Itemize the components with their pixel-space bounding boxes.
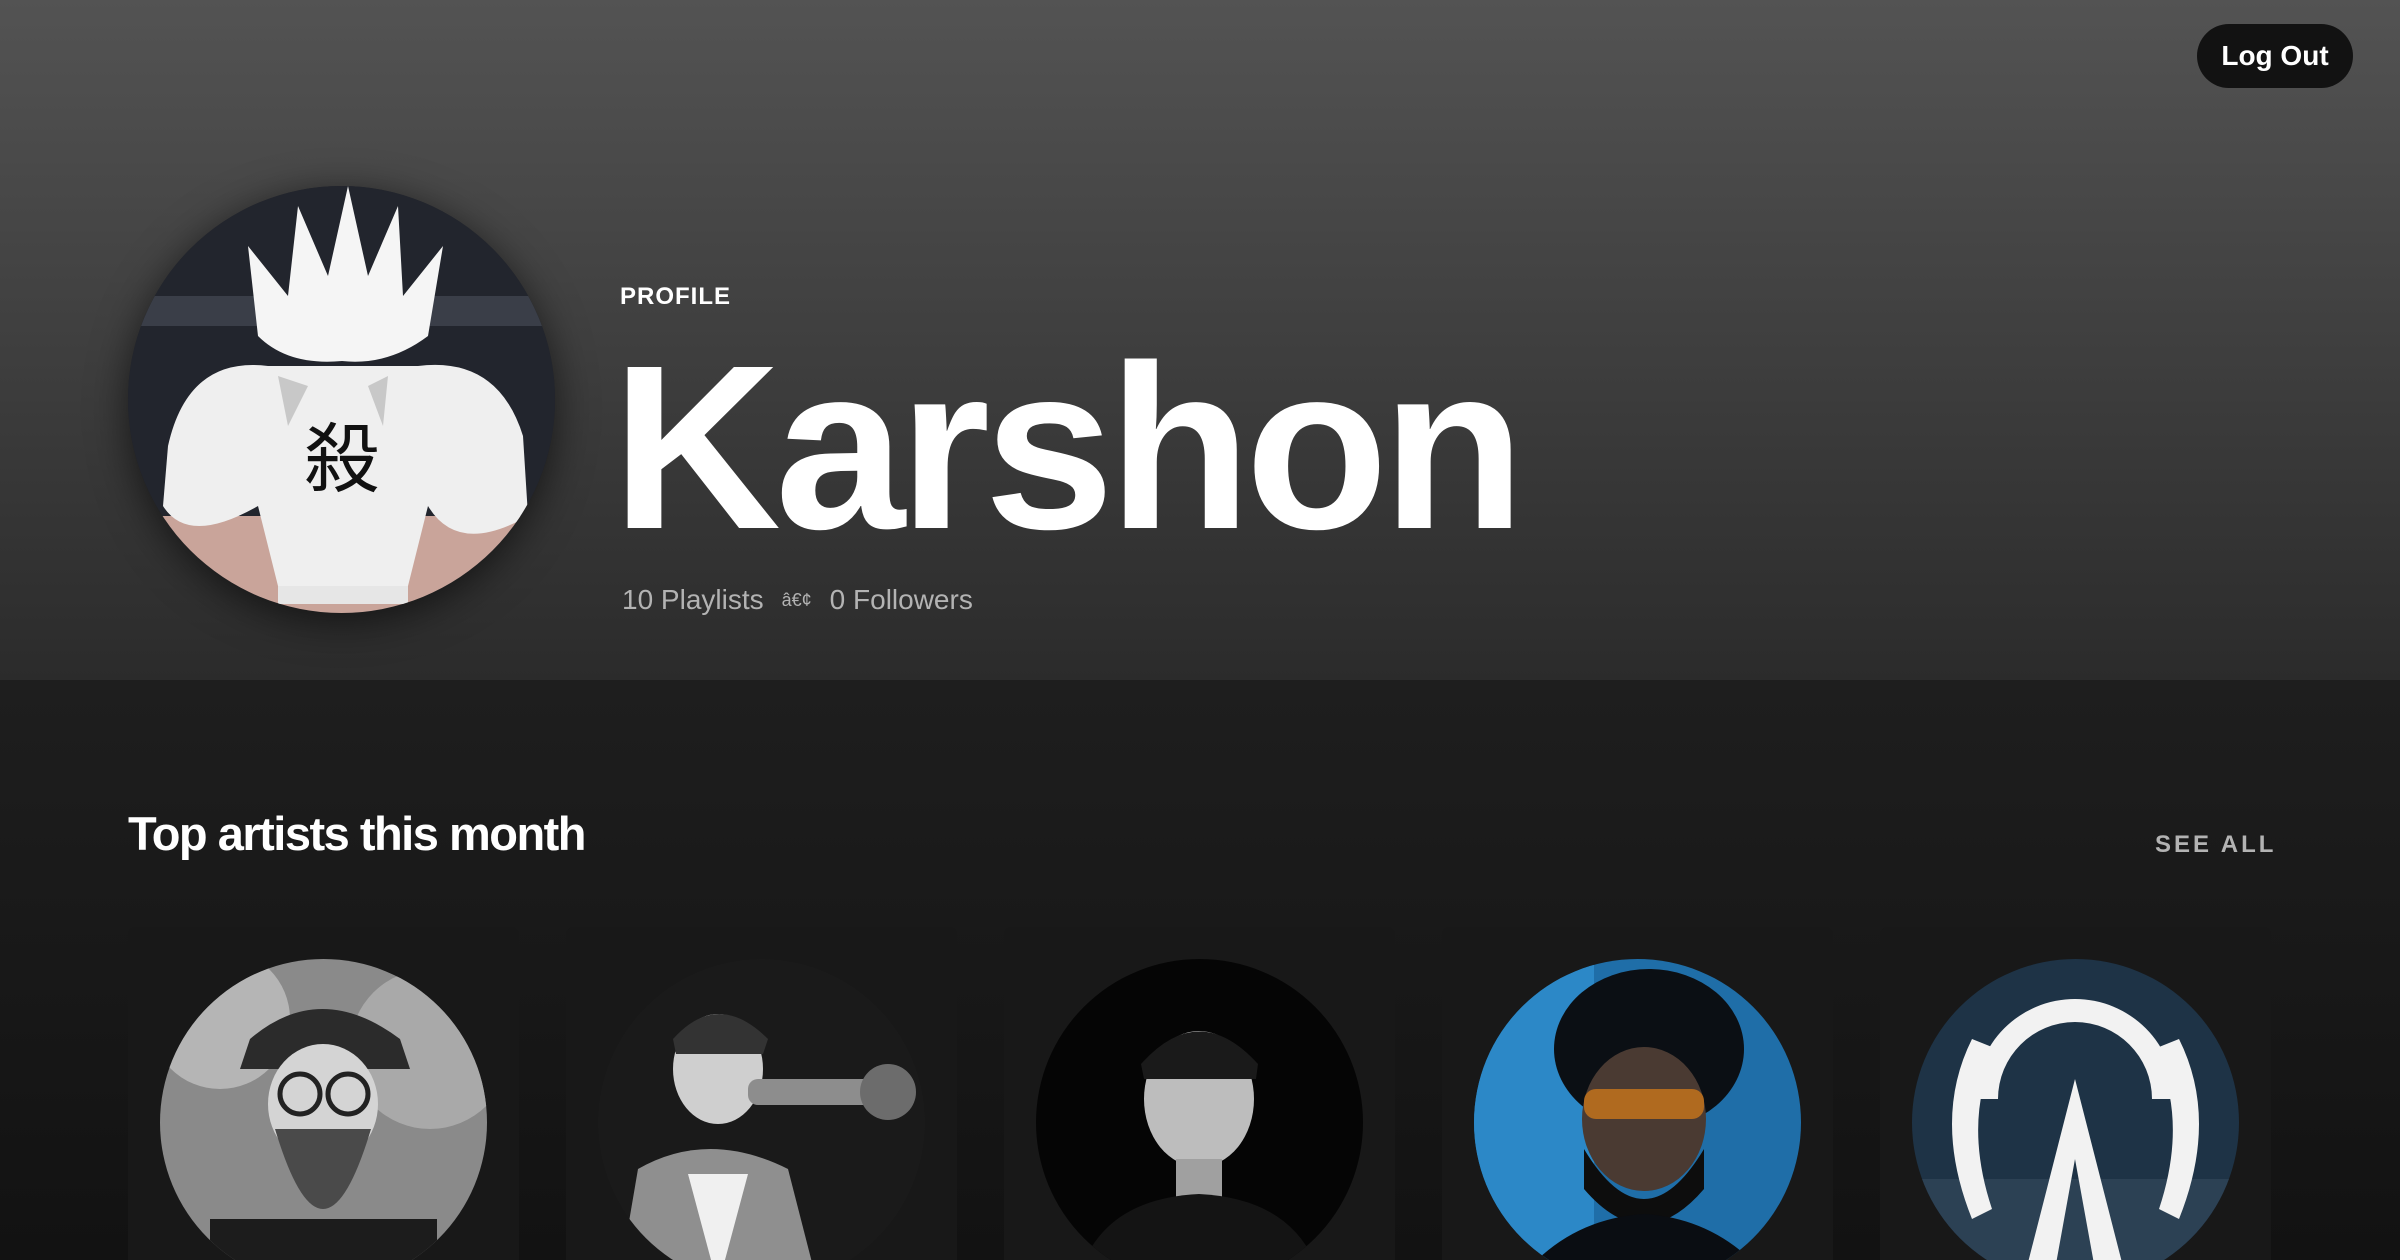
stats-separator: â€¢ xyxy=(781,589,812,610)
artist-portrait-icon xyxy=(598,959,925,1260)
artist-image xyxy=(1036,959,1363,1260)
artist-portrait-icon xyxy=(1036,959,1363,1260)
avatar-image: 殺 xyxy=(128,186,555,613)
artist-card[interactable] xyxy=(1880,927,2271,1260)
artist-card[interactable] xyxy=(1442,927,1833,1260)
svg-text:殺: 殺 xyxy=(304,415,380,504)
artist-image xyxy=(1912,959,2239,1260)
profile-avatar: 殺 xyxy=(128,186,555,613)
artist-image xyxy=(1474,959,1801,1260)
profile-stats: 10 Playlists â€¢ 0 Followers xyxy=(622,584,973,616)
artist-image xyxy=(598,959,925,1260)
artist-logo-icon xyxy=(1912,959,2239,1260)
playlists-count[interactable]: 10 Playlists xyxy=(622,584,764,616)
profile-name: Karshon xyxy=(612,316,1525,578)
followers-count[interactable]: 0 Followers xyxy=(830,584,973,616)
artist-card[interactable] xyxy=(566,927,957,1260)
artist-image xyxy=(160,959,487,1260)
profile-page: 殺 PROFILE Karshon 10 Playlists â€¢ 0 Fol… xyxy=(0,0,2400,1260)
section-title: Top artists this month xyxy=(128,807,587,860)
artist-card[interactable] xyxy=(1004,927,1395,1260)
profile-header: 殺 PROFILE Karshon 10 Playlists â€¢ 0 Fol… xyxy=(0,0,2400,680)
logout-button[interactable]: Log Out xyxy=(2197,24,2353,88)
see-all-link[interactable]: SEE ALL xyxy=(2155,831,2276,859)
artist-portrait-icon xyxy=(160,959,487,1260)
profile-type-label: PROFILE xyxy=(620,283,732,310)
artist-portrait-icon xyxy=(1474,959,1801,1260)
artist-card[interactable] xyxy=(128,927,519,1260)
